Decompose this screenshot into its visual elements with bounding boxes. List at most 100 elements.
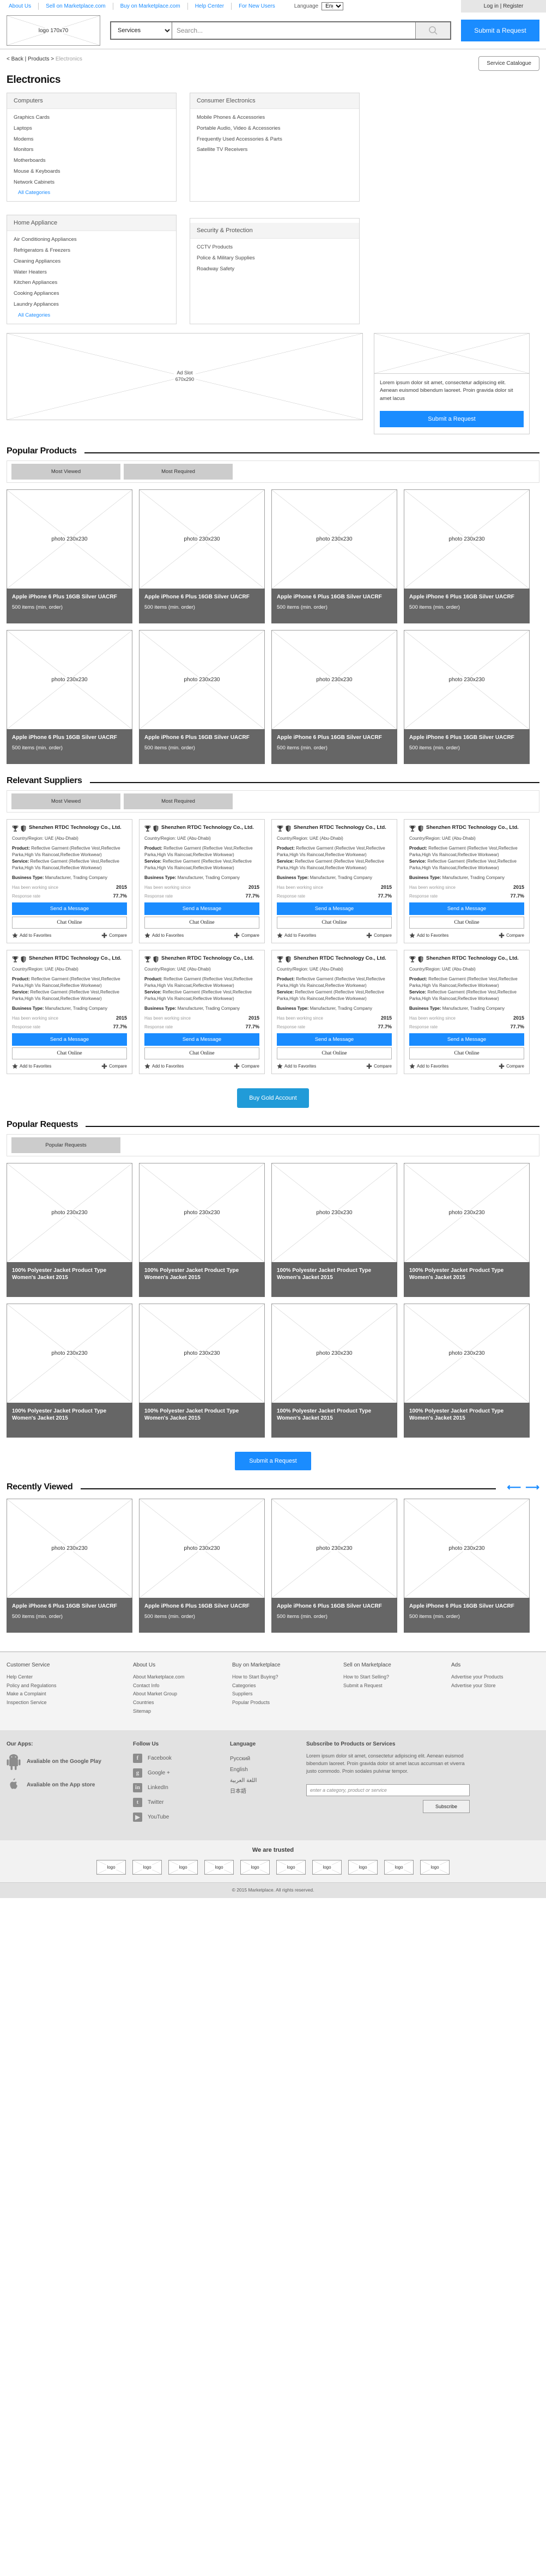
compare-action[interactable]: Compare (499, 932, 524, 938)
category-item[interactable]: Laptops (14, 123, 169, 134)
social-link[interactable]: g Google + (133, 1768, 230, 1778)
product-card[interactable]: photo 230x230 Apple iPhone 6 Plus 16GB S… (139, 489, 265, 623)
footer-language-link[interactable]: English (230, 1765, 306, 1775)
ad-slot[interactable]: Ad Slot 670x290 (7, 332, 363, 420)
tab-suppliers-most-viewed[interactable]: Most Viewed (11, 793, 120, 809)
category-item[interactable]: Motherboards (14, 155, 169, 166)
product-card[interactable]: photo 230x230 100% Polyester Jacket Prod… (7, 1303, 132, 1438)
footer-link[interactable]: Help Center (7, 1673, 133, 1682)
add-to-favorites-action[interactable]: Add to Favorites (12, 1063, 51, 1069)
product-card[interactable]: photo 230x230 Apple iPhone 6 Plus 16GB S… (7, 489, 132, 623)
footer-link[interactable]: Countries (133, 1699, 232, 1707)
top-link-about-us[interactable]: About Us (7, 0, 38, 13)
supplier-name[interactable]: Shenzhen RTDC Technology Co., Ltd. (294, 955, 386, 962)
app-google-play[interactable]: Avaliable on the Google Play (7, 1754, 133, 1770)
social-link[interactable]: in LinkedIn (133, 1783, 230, 1792)
category-item[interactable]: CCTV Products (197, 242, 353, 253)
footer-language-link[interactable]: 日本語 (230, 1786, 306, 1797)
product-card[interactable]: photo 230x230 100% Polyester Jacket Prod… (404, 1303, 530, 1438)
compare-action[interactable]: Compare (366, 932, 392, 938)
footer-language-link[interactable]: اللغة العربية (230, 1775, 306, 1786)
footer-link[interactable]: Inspection Service (7, 1699, 133, 1707)
chat-online-button[interactable]: Chat Online (12, 916, 127, 929)
subscribe-button[interactable]: Subscribe (422, 1799, 470, 1813)
footer-link[interactable]: How to Start Selling? (343, 1673, 451, 1682)
top-link-new-users[interactable]: For New Users (232, 0, 282, 13)
category-item[interactable]: Satellite TV Receivers (197, 144, 353, 155)
footer-link[interactable]: How to Start Buying? (232, 1673, 343, 1682)
product-card[interactable]: photo 230x230 Apple iPhone 6 Plus 16GB S… (404, 629, 530, 764)
product-card[interactable]: photo 230x230 Apple iPhone 6 Plus 16GB S… (404, 1498, 530, 1633)
footer-link[interactable]: Advertise your Store (451, 1682, 538, 1690)
search-category-select[interactable]: Services (111, 22, 172, 39)
category-item[interactable]: Graphics Cards (14, 112, 169, 123)
compare-action[interactable]: Compare (234, 1063, 259, 1069)
footer-link[interactable]: Policy and Regulations (7, 1682, 133, 1690)
add-to-favorites-action[interactable]: Add to Favorites (409, 932, 448, 938)
footer-link[interactable]: Popular Products (232, 1699, 343, 1707)
supplier-name[interactable]: Shenzhen RTDC Technology Co., Ltd. (426, 955, 519, 962)
product-card[interactable]: photo 230x230 Apple iPhone 6 Plus 16GB S… (271, 629, 397, 764)
send-message-button[interactable]: Send a Message (409, 902, 524, 915)
arrow-right-icon[interactable]: ⟶ (525, 1482, 539, 1492)
category-item[interactable]: Network Cabinets (14, 177, 169, 188)
product-card[interactable]: photo 230x230 Apple iPhone 6 Plus 16GB S… (139, 1498, 265, 1633)
category-item[interactable]: Portable Audio, Video & Accessories (197, 123, 353, 134)
category-all-link[interactable]: All Categories (14, 187, 169, 196)
login-register-button[interactable]: Log in | Register (461, 0, 546, 13)
category-item[interactable]: Mouse & Keyboards (14, 166, 169, 177)
category-item[interactable]: Mobile Phones & Accessories (197, 112, 353, 123)
service-catalogue-button[interactable]: Service Catalogue (478, 56, 539, 71)
compare-action[interactable]: Compare (101, 932, 127, 938)
add-to-favorites-action[interactable]: Add to Favorites (409, 1063, 448, 1069)
category-item[interactable]: Cooking Appliances (14, 288, 169, 299)
supplier-name[interactable]: Shenzhen RTDC Technology Co., Ltd. (426, 825, 519, 832)
social-link[interactable]: t Twitter (133, 1797, 230, 1807)
footer-link[interactable]: Submit a Request (343, 1682, 451, 1690)
send-message-button[interactable]: Send a Message (277, 902, 392, 915)
footer-link[interactable]: Make a Complaint (7, 1690, 133, 1699)
product-card[interactable]: photo 230x230 Apple iPhone 6 Plus 16GB S… (7, 1498, 132, 1633)
footer-link[interactable]: About Marketplace.com (133, 1673, 232, 1682)
footer-link[interactable]: Categories (232, 1682, 343, 1690)
send-message-button[interactable]: Send a Message (12, 902, 127, 915)
product-card[interactable]: photo 230x230 100% Polyester Jacket Prod… (271, 1162, 397, 1297)
footer-link[interactable]: Sitemap (133, 1707, 232, 1716)
top-link-buy[interactable]: Buy on Marketplace.com (113, 0, 187, 13)
product-card[interactable]: photo 230x230 Apple iPhone 6 Plus 16GB S… (271, 1498, 397, 1633)
product-card[interactable]: photo 230x230 100% Polyester Jacket Prod… (404, 1162, 530, 1297)
product-card[interactable]: photo 230x230 100% Polyester Jacket Prod… (7, 1162, 132, 1297)
promo-submit-request-button[interactable]: Submit a Request (380, 410, 524, 427)
category-item[interactable]: Roadway Safety (197, 264, 353, 275)
submit-request-bottom-button[interactable]: Submit a Request (235, 1451, 311, 1470)
chat-online-button[interactable]: Chat Online (144, 916, 259, 929)
send-message-button[interactable]: Send a Message (144, 902, 259, 915)
supplier-name[interactable]: Shenzhen RTDC Technology Co., Ltd. (161, 955, 254, 962)
product-card[interactable]: photo 230x230 Apple iPhone 6 Plus 16GB S… (404, 489, 530, 623)
footer-link[interactable]: Suppliers (232, 1690, 343, 1699)
top-link-sell[interactable]: Sell on Marketplace.com (39, 0, 113, 13)
add-to-favorites-action[interactable]: Add to Favorites (277, 1063, 316, 1069)
footer-language-link[interactable]: Русский (230, 1754, 306, 1765)
category-item[interactable]: Laundry Appliances (14, 299, 169, 310)
chat-online-button[interactable]: Chat Online (277, 1047, 392, 1059)
category-item[interactable]: Police & Military Supplies (197, 253, 353, 264)
tab-most-required[interactable]: Most Required (124, 463, 233, 480)
top-link-help-center[interactable]: Help Center (188, 0, 231, 13)
supplier-name[interactable]: Shenzhen RTDC Technology Co., Ltd. (29, 955, 122, 962)
category-item[interactable]: Frequently Used Accessories & Parts (197, 134, 353, 145)
chat-online-button[interactable]: Chat Online (12, 1047, 127, 1059)
compare-action[interactable]: Compare (101, 1063, 127, 1069)
tab-suppliers-most-required[interactable]: Most Required (124, 793, 233, 809)
chat-online-button[interactable]: Chat Online (277, 916, 392, 929)
compare-action[interactable]: Compare (234, 932, 259, 938)
buy-gold-account-button[interactable]: Buy Gold Account (237, 1088, 309, 1108)
breadcrumb-products[interactable]: Products (28, 56, 49, 62)
category-item[interactable]: Kitchen Appliances (14, 277, 169, 288)
product-card[interactable]: photo 230x230 100% Polyester Jacket Prod… (271, 1303, 397, 1438)
submit-request-header-button[interactable]: Submit a Request (461, 20, 539, 41)
breadcrumb-back[interactable]: < Back (7, 56, 23, 62)
product-card[interactable]: photo 230x230 Apple iPhone 6 Plus 16GB S… (271, 489, 397, 623)
category-item[interactable]: Monitors (14, 144, 169, 155)
tab-most-viewed[interactable]: Most Viewed (11, 463, 120, 480)
